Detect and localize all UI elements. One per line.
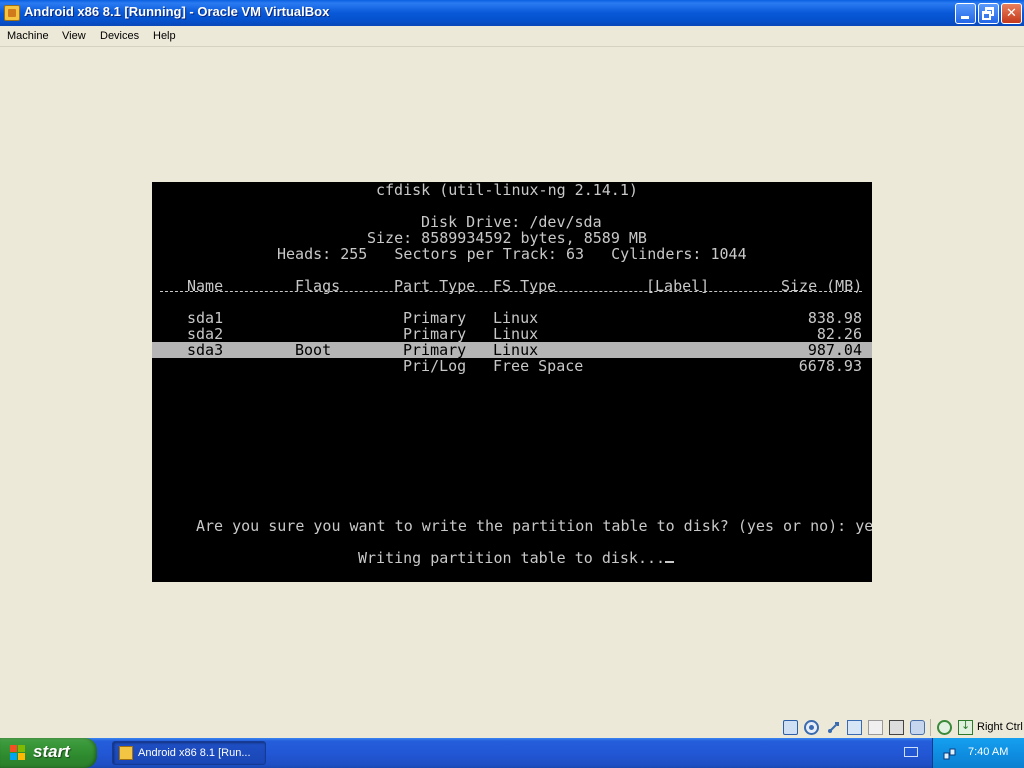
taskbar-button-virtualbox[interactable]: Android x86 8.1 [Run... — [112, 741, 266, 765]
maximize-button[interactable] — [978, 3, 999, 24]
menu-view[interactable]: View — [62, 30, 86, 42]
close-button[interactable]: ✕ — [1001, 3, 1022, 24]
row-flags: Boot — [295, 341, 332, 359]
selected-partition-row[interactable]: sda3 Boot Primary Linux 987.04 — [152, 342, 872, 358]
usb-icon[interactable] — [826, 720, 841, 735]
menu-bar: Machine View Devices Help — [0, 26, 1024, 47]
menu-machine[interactable]: Machine — [7, 30, 49, 42]
row-fs-type: Linux — [493, 309, 539, 327]
minimize-button[interactable] — [955, 3, 976, 24]
video-capture-icon[interactable] — [889, 720, 904, 735]
windows-logo-icon — [10, 745, 26, 761]
system-tray: 7:40 AM — [932, 738, 1024, 768]
row-fs-type: Free Space — [493, 357, 584, 375]
host-key-label[interactable]: Right Ctrl — [977, 721, 1023, 733]
shared-folder-icon[interactable] — [868, 720, 883, 735]
confirm-write-prompt: Are you sure you want to write the parti… — [196, 517, 872, 535]
virtualbox-app-icon[interactable] — [4, 5, 20, 21]
network-connection-icon[interactable] — [943, 746, 957, 760]
keyboard-layout-icon[interactable] — [904, 747, 918, 757]
row-name: sda3 — [187, 341, 224, 359]
row-size: 6678.93 — [798, 357, 862, 375]
guest-display[interactable]: cfdisk (util-linux-ng 2.14.1) Disk Drive… — [152, 182, 872, 582]
minimize-icon — [961, 16, 969, 19]
row-part-type: Primary — [403, 325, 467, 343]
writing-status: Writing partition table to disk... — [358, 549, 675, 567]
mouse-integration-icon[interactable] — [937, 720, 952, 735]
row-part-type: Pri/Log — [403, 357, 467, 375]
row-name: sda1 — [187, 309, 224, 327]
clock[interactable]: 7:40 AM — [968, 746, 1008, 758]
row-size: 82.26 — [816, 325, 862, 343]
row-part-type: Primary — [403, 309, 467, 327]
taskbar: start Android x86 8.1 [Run... 7:40 AM — [0, 738, 1024, 768]
row-size: 987.04 — [807, 341, 862, 359]
header-divider — [160, 291, 862, 292]
status-bar: Right Ctrl — [0, 717, 1024, 738]
start-label: start — [33, 742, 70, 761]
recording-icon[interactable] — [910, 720, 925, 735]
row-part-type: Primary — [403, 341, 467, 359]
virtualbox-task-icon — [119, 746, 133, 760]
taskbar-button-label: Android x86 8.1 [Run... — [138, 747, 251, 759]
hard-disk-icon[interactable] — [783, 720, 798, 735]
window-title-bar[interactable]: Android x86 8.1 [Running] - Oracle VM Vi… — [0, 0, 1024, 26]
keyboard-capture-icon[interactable] — [958, 719, 973, 735]
disk-geometry-line: Heads: 255 Sectors per Track: 63 Cylinde… — [277, 245, 747, 263]
disk-drive-line: Disk Drive: /dev/sda — [421, 213, 602, 231]
window-title: Android x86 8.1 [Running] - Oracle VM Vi… — [24, 4, 330, 19]
menu-help[interactable]: Help — [153, 30, 176, 42]
row-size: 838.98 — [807, 309, 862, 327]
writing-status-text: Writing partition table to disk... — [358, 549, 666, 567]
cfdisk-title: cfdisk (util-linux-ng 2.14.1) — [376, 182, 638, 199]
status-separator — [930, 719, 931, 736]
network-icon[interactable] — [847, 720, 862, 735]
row-name: sda2 — [187, 325, 224, 343]
menu-devices[interactable]: Devices — [100, 30, 139, 42]
optical-drive-icon[interactable] — [804, 720, 819, 735]
text-cursor — [665, 561, 675, 563]
row-fs-type: Linux — [493, 341, 539, 359]
disk-size-line: Size: 8589934592 bytes, 8589 MB — [367, 229, 647, 247]
restore-icon-back — [982, 11, 991, 20]
start-button[interactable]: start — [0, 738, 97, 768]
row-fs-type: Linux — [493, 325, 539, 343]
